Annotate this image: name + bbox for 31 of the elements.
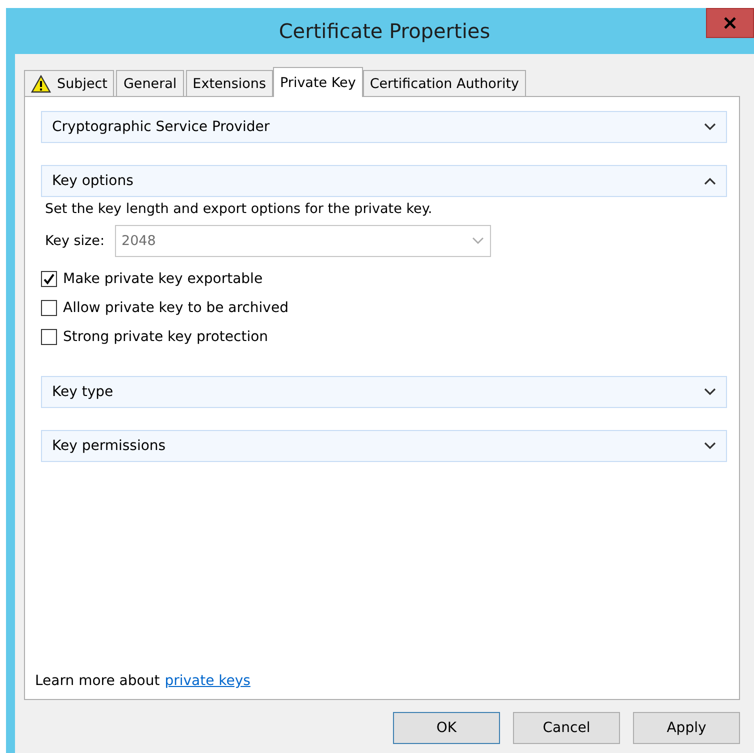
tab[interactable]: General	[116, 70, 184, 96]
close-button[interactable]	[706, 8, 754, 38]
checkbox-label: Make private key exportable	[63, 271, 263, 287]
section-header[interactable]: Cryptographic Service Provider	[41, 111, 727, 143]
section-header[interactable]: Key type	[41, 376, 727, 408]
private-keys-link[interactable]: private keys	[164, 673, 250, 689]
chevron-icon	[704, 177, 716, 185]
dialog-button[interactable]: OK	[393, 712, 500, 744]
checkbox[interactable]	[41, 300, 57, 316]
chevron-icon	[472, 237, 484, 245]
dialog-button[interactable]: Apply	[633, 712, 740, 744]
section-header[interactable]: Key options	[41, 165, 727, 197]
checkbox[interactable]	[41, 329, 57, 345]
dialog-button[interactable]: Cancel	[513, 712, 620, 744]
warning-icon	[31, 74, 51, 92]
checkbox-label: Allow private key to be archived	[63, 300, 288, 316]
chevron-icon	[704, 442, 716, 450]
footer-text: Learn more about	[35, 673, 160, 689]
window-title: Certificate Properties	[278, 19, 490, 43]
tab[interactable]: Private Key	[272, 67, 363, 97]
close-icon	[724, 17, 736, 29]
tab[interactable]: Subject	[24, 70, 114, 96]
key-size-label: Key size:	[45, 233, 104, 249]
checkbox[interactable]	[41, 271, 57, 287]
tab[interactable]: Certification Authority	[362, 70, 526, 96]
section-description: Set the key length and export options for the private key.	[45, 201, 434, 217]
chevron-icon	[704, 388, 716, 396]
chevron-icon	[704, 123, 716, 131]
tab[interactable]: Extensions	[186, 70, 273, 96]
checkbox-label: Strong private key protection	[63, 329, 268, 345]
section-header[interactable]: Key permissions	[41, 430, 727, 462]
